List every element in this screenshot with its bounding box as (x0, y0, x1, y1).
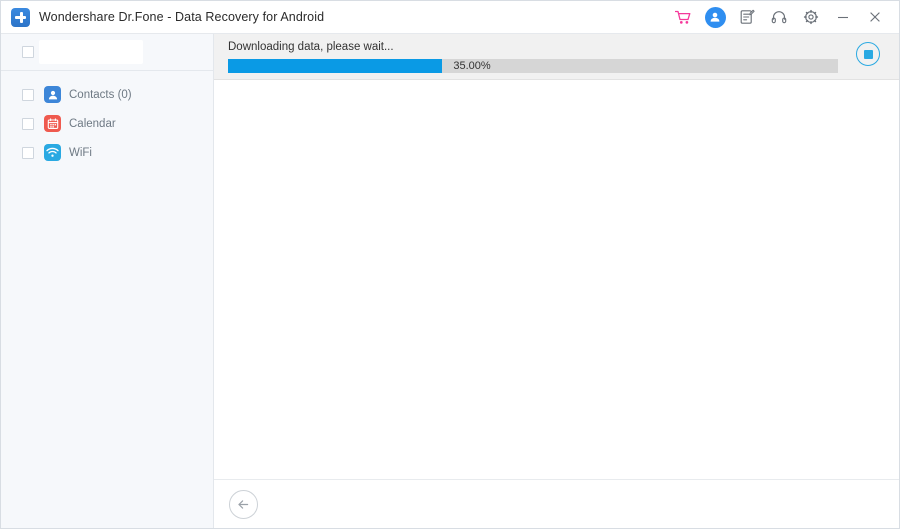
drfone-plus-logo-icon (11, 7, 30, 27)
sidebar-item-select-all[interactable] (1, 34, 213, 70)
sidebar-item-label: WiFi (69, 146, 92, 159)
progress-bar-fill (228, 59, 442, 73)
sidebar: Contacts (0) Calendar WiFi (1, 34, 214, 528)
titlebar-actions (667, 2, 891, 32)
progress-bar-track: 35.00% (228, 59, 838, 73)
download-progress-panel: Downloading data, please wait... 35.00% (214, 34, 899, 80)
content-footer (214, 479, 899, 528)
sidebar-item-calendar[interactable]: Calendar (1, 109, 213, 138)
contacts-icon (44, 86, 61, 103)
sidebar-item-contacts[interactable]: Contacts (0) (1, 80, 213, 109)
settings-gear-icon[interactable] (795, 2, 827, 32)
calendar-icon (44, 115, 61, 132)
data-list-area (214, 80, 899, 479)
stop-square-icon (863, 49, 873, 59)
minimize-icon[interactable] (827, 2, 859, 32)
sidebar-item-label: Calendar (69, 117, 116, 130)
close-icon[interactable] (859, 2, 891, 32)
progress-percent-label: 35.00% (453, 60, 491, 72)
window-body: Contacts (0) Calendar WiFi Downloading d… (1, 34, 899, 528)
select-all-label (39, 40, 143, 64)
content-area: Downloading data, please wait... 35.00% (214, 34, 899, 528)
window-title: Wondershare Dr.Fone - Data Recovery for … (39, 10, 325, 24)
arrow-left-icon (238, 499, 249, 509)
application-window: Wondershare Dr.Fone - Data Recovery for … (0, 0, 900, 529)
title-bar: Wondershare Dr.Fone - Data Recovery for … (1, 1, 899, 34)
select-all-checkbox[interactable] (22, 46, 34, 58)
progress-status-text: Downloading data, please wait... (228, 41, 394, 53)
avatar (704, 6, 726, 28)
wifi-checkbox[interactable] (22, 146, 34, 159)
account-avatar-icon[interactable] (699, 2, 731, 32)
calendar-checkbox[interactable] (22, 117, 34, 130)
sidebar-item-label: Contacts (0) (69, 88, 132, 101)
wifi-icon (44, 144, 61, 161)
feedback-icon[interactable] (731, 2, 763, 32)
support-headset-icon[interactable] (763, 2, 795, 32)
contacts-checkbox[interactable] (22, 88, 34, 101)
stop-button[interactable] (856, 42, 880, 66)
sidebar-category-list: Contacts (0) Calendar WiFi (1, 71, 213, 167)
sidebar-item-wifi[interactable]: WiFi (1, 138, 213, 167)
cart-icon[interactable] (667, 2, 699, 32)
back-button[interactable] (229, 489, 258, 519)
